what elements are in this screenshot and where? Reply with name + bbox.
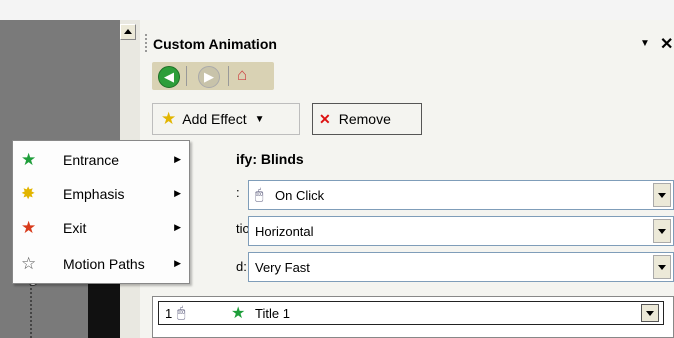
home-icon[interactable]: ⌂ [237,65,247,85]
item-order-number: 1 [165,306,173,321]
menu-item-exit[interactable]: ★ Exit ▶ [13,211,189,245]
submenu-arrow-icon: ▶ [174,188,181,198]
submenu-arrow-icon: ▶ [174,222,181,232]
top-strip [0,0,674,20]
start-select[interactable]: On Click 🖱 [248,180,674,210]
forward-arrow-icon[interactable]: ▶ [198,66,220,88]
menu-item-entrance[interactable]: ★ Entrance ▶ [13,143,189,177]
menu-item-motion-paths[interactable]: ☆ Motion Paths ▶ [13,247,189,281]
list-item[interactable]: 1 🖱 ★ Title 1 [158,301,664,325]
chevron-down-icon[interactable] [653,219,671,243]
item-title: Title 1 [255,306,290,321]
pane-close-icon[interactable]: ✕ [660,34,673,54]
exit-star-icon: ★ [21,218,37,237]
remove-icon: ✕ [319,110,331,127]
pane-grip-handle[interactable] [145,34,151,52]
add-effect-label: Add Effect [182,111,247,127]
menu-item-emphasis[interactable]: ✸ Emphasis ▶ [13,177,189,211]
mouse-click-icon: 🖱 [177,304,186,320]
add-effect-button[interactable]: ★ Add Effect ▼ [152,103,300,135]
direction-value: Horizontal [255,224,314,239]
emphasis-star-icon: ✸ [21,184,36,203]
chevron-down-icon[interactable] [653,183,671,207]
chevron-down-icon[interactable] [641,304,659,322]
pane-title: Custom Animation [153,36,277,52]
direction-select[interactable]: Horizontal [248,216,674,246]
menu-item-label: Emphasis [63,186,125,202]
entrance-star-icon: ★ [231,305,246,322]
chevron-down-icon[interactable] [653,255,671,279]
nav-separator [228,66,229,86]
menu-item-label: Exit [63,220,87,236]
modify-heading: ify: Blinds [236,151,304,167]
menu-item-label: Entrance [63,152,120,168]
scroll-up-button[interactable] [120,24,136,40]
menu-item-label: Motion Paths [63,256,145,272]
submenu-arrow-icon: ▶ [174,258,181,268]
nav-separator [186,66,187,86]
speed-label: d: [236,259,247,274]
add-effect-star-icon: ★ [161,109,177,128]
pane-menu-dropdown-icon[interactable]: ▼ [640,38,650,49]
submenu-arrow-icon: ▶ [174,154,181,164]
entrance-star-icon: ★ [21,150,37,169]
motion-path-star-icon: ☆ [21,254,37,273]
remove-button[interactable]: ✕ Remove [312,103,422,135]
chevron-down-icon: ▼ [254,113,265,125]
remove-label: Remove [338,111,391,127]
start-label: : [236,185,240,200]
add-effect-menu: ★ Entrance ▶ ✸ Emphasis ▶ ★ Exit ▶ ☆ Mot… [12,140,190,284]
speed-value: Very Fast [255,260,310,275]
start-value: On Click [275,188,325,203]
speed-select[interactable]: Very Fast [248,252,674,282]
back-arrow-icon[interactable]: ◀ [158,66,180,88]
mouse-click-icon: 🖱 [255,186,264,202]
